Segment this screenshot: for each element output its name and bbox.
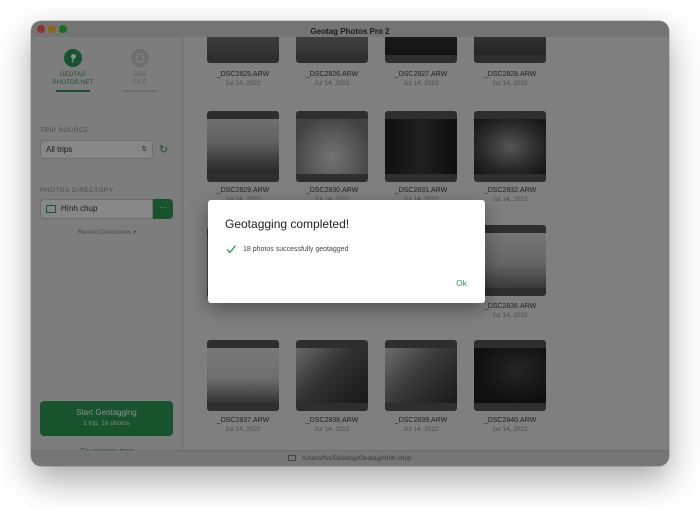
ok-button[interactable]: Ok [456,278,467,288]
geotagging-completed-dialog: Geotagging completed! 18 photos successf… [208,200,485,303]
dialog-message: 18 photos successfully geotagged [243,246,349,253]
checkmark-icon [226,245,236,254]
dialog-title: Geotagging completed! [225,217,350,231]
app-window: Geotag Photos Pro 2 GEOTAG PHOTOS.NET GP… [31,21,669,466]
